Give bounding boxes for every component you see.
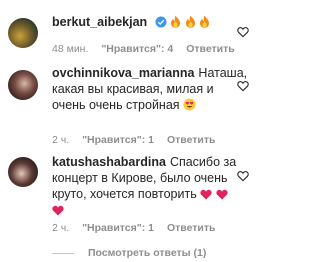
- comment-username[interactable]: berkut_aibekjan: [52, 15, 147, 29]
- reply-button[interactable]: Ответить: [167, 222, 216, 234]
- likes-count[interactable]: "Нравится": 1: [82, 134, 154, 146]
- like-heart-icon[interactable]: [237, 170, 249, 182]
- view-replies-label[interactable]: Посмотреть ответы (1): [88, 247, 206, 259]
- like-heart-icon[interactable]: [237, 26, 249, 38]
- comment-time: 2 ч.: [52, 222, 70, 234]
- verified-badge-icon: [155, 16, 167, 28]
- view-replies-button[interactable]: Посмотреть ответы (1): [52, 247, 206, 259]
- fire-emoji-icon: [171, 15, 181, 28]
- red-heart-emoji-icon: [52, 205, 64, 216]
- avatar[interactable]: [8, 70, 38, 100]
- red-heart-emoji-icon: [216, 189, 228, 200]
- comment-username[interactable]: ovchinnikova_marianna: [52, 66, 194, 80]
- comment-time: 48 мин.: [52, 43, 89, 55]
- avatar[interactable]: [8, 157, 38, 187]
- avatar[interactable]: [8, 18, 38, 48]
- reply-button[interactable]: Ответить: [186, 43, 235, 55]
- like-heart-icon[interactable]: [237, 80, 249, 92]
- replies-divider: [52, 252, 74, 254]
- likes-count[interactable]: "Нравится": 1: [82, 222, 154, 234]
- red-heart-emoji-icon: [200, 189, 212, 200]
- reply-button[interactable]: Ответить: [167, 134, 216, 146]
- likes-count[interactable]: "Нравится": 4: [101, 43, 173, 55]
- comment-time: 2 ч.: [52, 134, 70, 146]
- comment-username[interactable]: katushashabardina: [52, 155, 166, 169]
- heart-eyes-emoji-icon: [183, 98, 196, 111]
- fire-emoji-icon: [200, 15, 210, 28]
- fire-emoji-icon: [185, 15, 195, 28]
